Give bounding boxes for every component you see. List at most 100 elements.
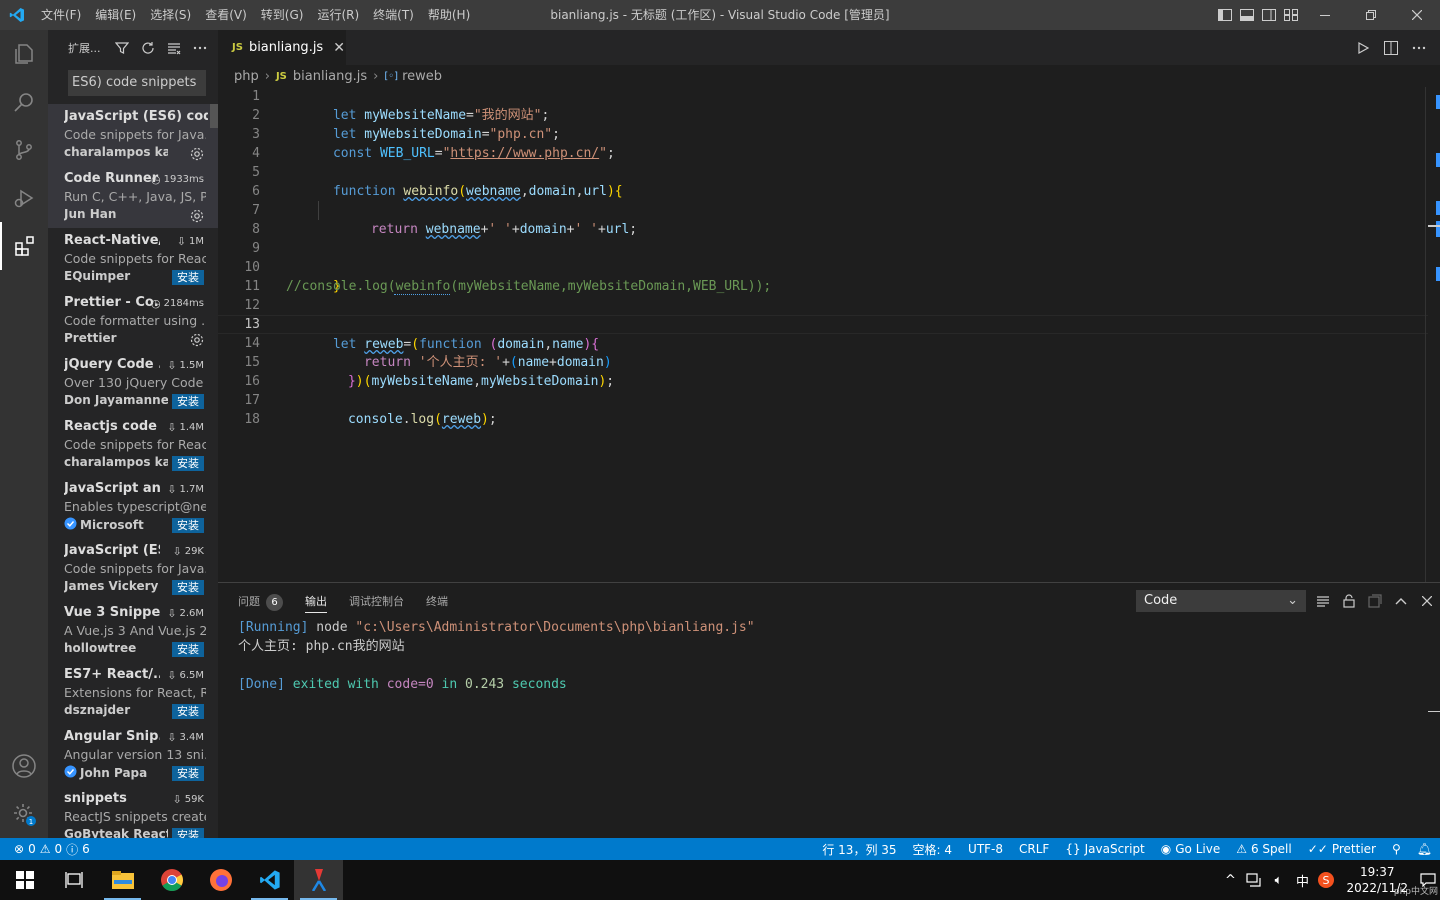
- chevron-up-icon[interactable]: ^: [1218, 860, 1242, 900]
- menu-selection[interactable]: 选择(S): [143, 0, 198, 30]
- spell-check[interactable]: ⚠ 6 Spell: [1228, 842, 1300, 856]
- prettier-status[interactable]: ✓✓ Prettier: [1300, 842, 1384, 856]
- cursor-position[interactable]: 行 13，列 35: [814, 841, 904, 858]
- menu-view[interactable]: 查看(V): [198, 0, 254, 30]
- code-link[interactable]: https://www.php.cn/: [450, 146, 599, 161]
- extension-item[interactable]: Prettier - Co... ◷ 2184ms Code formatter us…: [48, 290, 218, 352]
- manage-extension-gear-icon[interactable]: [190, 147, 204, 161]
- notifications-bell-icon[interactable]: 🔔︎: [1409, 842, 1440, 856]
- restore-button[interactable]: [1348, 0, 1394, 30]
- run-debug-icon[interactable]: [0, 174, 48, 222]
- source-control-icon[interactable]: [0, 126, 48, 174]
- editor-more-icon[interactable]: [1408, 37, 1430, 59]
- extension-item[interactable]: React-Native/... ⇩1M Code snippets for Rea…: [48, 228, 218, 290]
- install-button[interactable]: 安装: [172, 828, 204, 838]
- indentation[interactable]: 空格: 4: [905, 841, 961, 858]
- panel-scrollbar[interactable]: [1428, 711, 1440, 712]
- explorer-icon[interactable]: [0, 30, 48, 78]
- tab-terminal[interactable]: 终端: [426, 591, 448, 613]
- minimize-button[interactable]: [1302, 0, 1348, 30]
- customize-layout-icon[interactable]: [1280, 0, 1302, 30]
- chrome-icon[interactable]: [147, 860, 196, 900]
- more-actions-icon[interactable]: [187, 30, 213, 66]
- install-button[interactable]: 安装: [172, 270, 204, 285]
- tab-debug-console[interactable]: 调试控制台: [349, 591, 404, 613]
- install-button[interactable]: 安装: [172, 642, 204, 657]
- clear-output-icon[interactable]: [1312, 590, 1334, 612]
- menu-help[interactable]: 帮助(H): [421, 0, 477, 30]
- extensions-icon[interactable]: [0, 222, 48, 270]
- breadcrumb-file[interactable]: bianliang.js: [293, 69, 367, 84]
- close-panel-icon[interactable]: [1416, 590, 1438, 612]
- install-button[interactable]: 安装: [172, 766, 204, 781]
- code-line: const WEB_URL="https://www.php.cn/";: [218, 125, 1428, 161]
- menu-file[interactable]: 文件(F): [34, 0, 88, 30]
- vscode-taskbar-icon[interactable]: [245, 860, 294, 900]
- search-icon[interactable]: [0, 78, 48, 126]
- encoding[interactable]: UTF-8: [960, 842, 1011, 856]
- ime-indicator[interactable]: 中: [1290, 860, 1314, 900]
- go-live[interactable]: ◉ Go Live: [1153, 842, 1228, 856]
- install-button[interactable]: 安装: [172, 580, 204, 595]
- breadcrumb-symbol[interactable]: reweb: [402, 69, 442, 84]
- network-icon[interactable]: [1242, 860, 1266, 900]
- tab-output[interactable]: 输出: [305, 591, 327, 613]
- manage-extension-gear-icon[interactable]: [190, 209, 204, 223]
- extension-item[interactable]: Vue 3 Snippets ⇩2.6M A Vue.js 3 And Vue.js…: [48, 600, 218, 662]
- install-button[interactable]: 安装: [172, 518, 204, 533]
- extension-item[interactable]: JavaScript (ES6) code... Code snippets fo…: [48, 104, 218, 166]
- menu-go[interactable]: 转到(G): [254, 0, 311, 30]
- tab-bianliang-js[interactable]: JS bianliang.js ✕: [218, 30, 346, 65]
- open-in-editor-icon[interactable]: [1364, 590, 1386, 612]
- clear-results-icon[interactable]: [161, 30, 187, 66]
- firefox-icon[interactable]: [196, 860, 245, 900]
- install-button[interactable]: 安装: [172, 456, 204, 471]
- toggle-secondary-sidebar-icon[interactable]: [1258, 0, 1280, 30]
- editor-scrollbar[interactable]: [1425, 87, 1426, 582]
- feedback-icon[interactable]: ⚲: [1384, 842, 1409, 856]
- extensions-search-input[interactable]: ES6) code snippets: [68, 70, 206, 96]
- file-explorer-icon[interactable]: [98, 860, 147, 900]
- code-editor[interactable]: 1 2 3 4 5 6 7 8 9 10 11 12 13 14 15 16 17 18 let myWebsit…: [218, 87, 1440, 582]
- snipaste-icon[interactable]: [294, 860, 343, 900]
- install-button[interactable]: 安装: [172, 704, 204, 719]
- toggle-sidebar-icon[interactable]: [1214, 0, 1236, 30]
- extension-item[interactable]: Angular Snip... ⇩3.4M Angular version 13 s…: [48, 724, 218, 786]
- code-token: webname: [425, 222, 481, 237]
- extension-item[interactable]: JavaScript (ES... ⇩29K Code snippets for J…: [48, 538, 218, 600]
- tab-problems[interactable]: 问题 6: [238, 591, 283, 613]
- extension-item[interactable]: jQuery Code ... ⇩1.5M Over 130 jQuery Code…: [48, 352, 218, 414]
- task-view-icon[interactable]: [49, 860, 98, 900]
- extension-item[interactable]: ES7+ React/... ⇩ 6.5M Extensions for React,…: [48, 662, 218, 724]
- accounts-icon[interactable]: [0, 742, 48, 790]
- extension-item[interactable]: Reactjs code ... ⇩1.4M Code snippets for R…: [48, 414, 218, 476]
- close-window-button[interactable]: [1394, 0, 1440, 30]
- extension-item[interactable]: Code Runner ◷ 1933ms Run C, C++, Java, JS, …: [48, 166, 218, 228]
- menu-run[interactable]: 运行(R): [310, 0, 366, 30]
- filter-icon[interactable]: [109, 30, 135, 66]
- refresh-icon[interactable]: [135, 30, 161, 66]
- toggle-panel-icon[interactable]: [1236, 0, 1258, 30]
- problems-status[interactable]: ⊗ 0 ⚠ 0 ⓘ 6: [0, 841, 90, 858]
- extension-item[interactable]: snippets ⇩59K ReactJS snippets create... Go…: [48, 786, 218, 838]
- menu-edit[interactable]: 编辑(E): [88, 0, 143, 30]
- manage-extension-gear-icon[interactable]: [190, 333, 204, 347]
- volume-icon[interactable]: 🔈︎: [1266, 860, 1290, 900]
- maximize-panel-icon[interactable]: [1390, 590, 1412, 612]
- sogou-input-icon[interactable]: S: [1314, 860, 1338, 900]
- split-editor-icon[interactable]: [1380, 37, 1402, 59]
- watermark: php中文网: [1393, 887, 1438, 897]
- install-button[interactable]: 安装: [172, 394, 204, 409]
- close-tab-icon[interactable]: ✕: [333, 40, 345, 56]
- language-mode[interactable]: {} JavaScript: [1057, 842, 1152, 856]
- output-channel-select[interactable]: Code ⌄: [1136, 590, 1306, 612]
- breadcrumb-folder[interactable]: php: [234, 69, 259, 84]
- run-code-icon[interactable]: [1352, 37, 1374, 59]
- manage-gear-icon[interactable]: 1: [0, 790, 48, 838]
- sidebar-scrollbar[interactable]: [210, 104, 218, 128]
- windows-start-icon[interactable]: [0, 860, 49, 900]
- menu-terminal[interactable]: 终端(T): [366, 0, 421, 30]
- end-of-line[interactable]: CRLF: [1011, 842, 1057, 856]
- lock-scroll-icon[interactable]: [1338, 590, 1360, 612]
- extension-item[interactable]: JavaScript an... ⇩1.7M Enables typescript@…: [48, 476, 218, 538]
